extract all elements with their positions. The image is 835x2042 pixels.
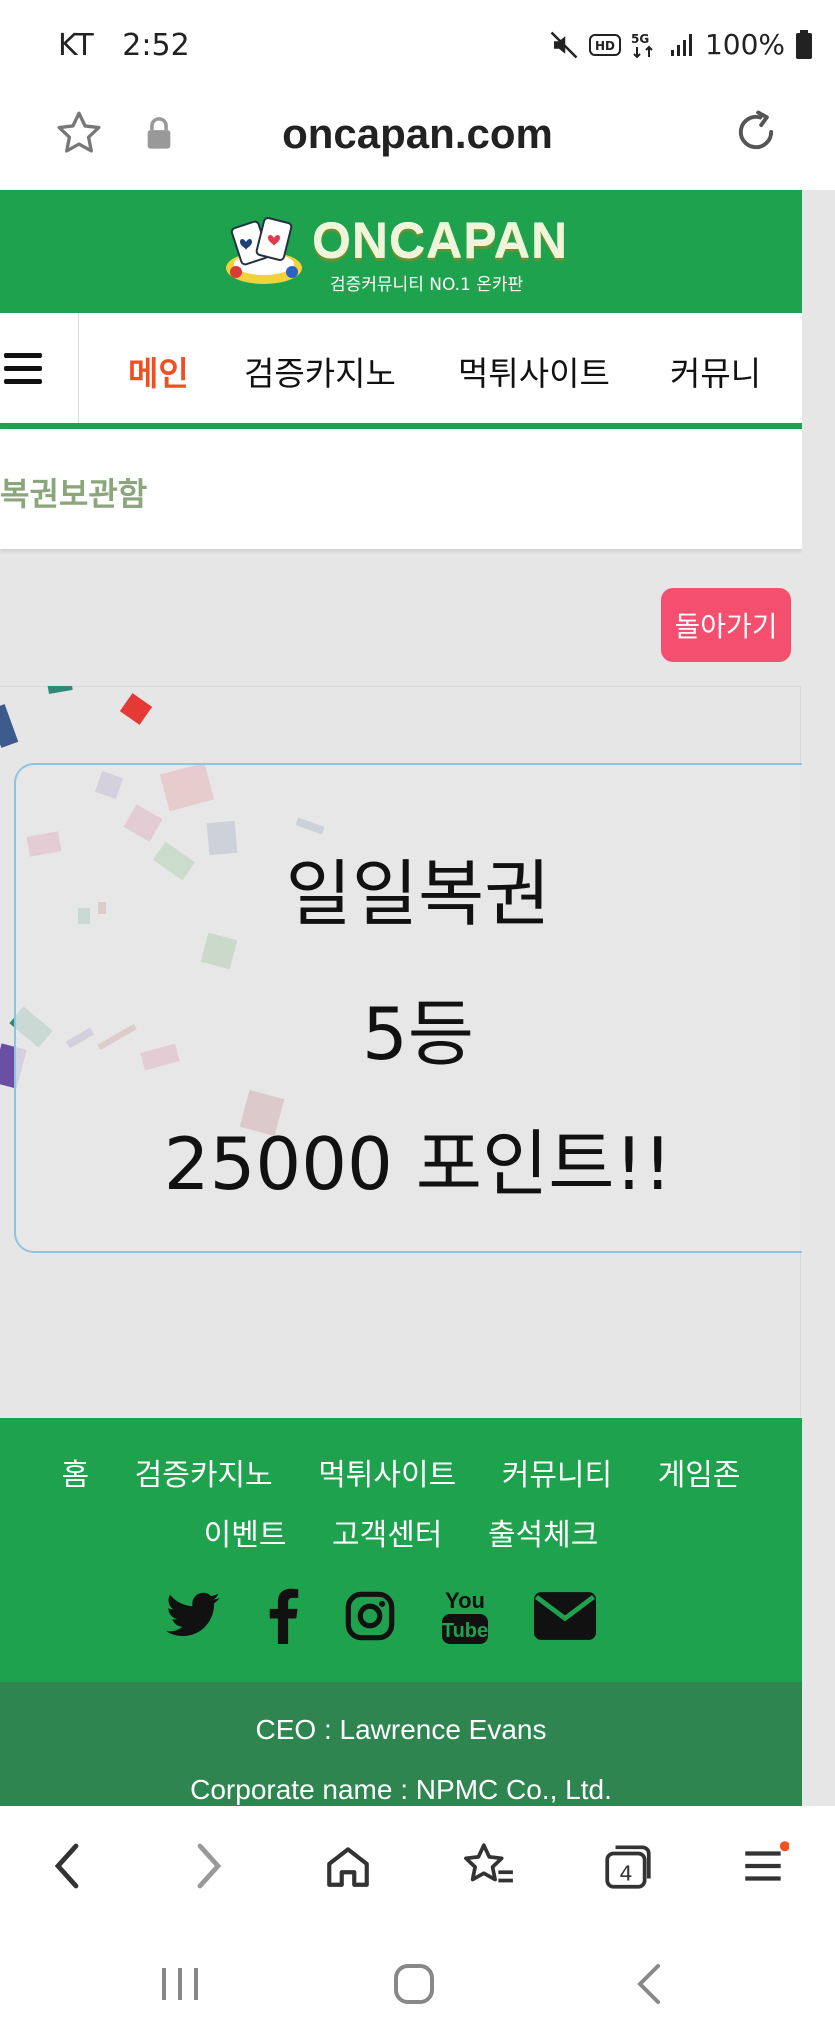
facebook-icon[interactable]: [266, 1588, 300, 1644]
bookmarks-star-icon: [464, 1843, 513, 1883]
mute-icon: [550, 31, 578, 58]
logo-cards-icon: [226, 217, 302, 284]
hamburger-icon-bar: [4, 379, 42, 384]
instagram-icon[interactable]: [344, 1590, 396, 1642]
status-bar: KT 2:52 HD 5G 100%: [0, 0, 835, 90]
page-subbar: 복권보관함: [0, 429, 802, 549]
footer-link-attendance[interactable]: 출석체크: [488, 1518, 598, 1553]
battery-percent: 100%: [704, 28, 785, 61]
company-ceo: CEO : Lawrence Evans: [255, 1714, 547, 1745]
tabs-icon: 4: [605, 1845, 651, 1889]
footer-link-community[interactable]: 커뮤니티: [502, 1458, 612, 1493]
bookmarks-button[interactable]: [456, 1834, 520, 1898]
prize-card: 일일복권 5등 25000 포인트!!: [14, 763, 822, 1253]
back-button[interactable]: 돌아가기: [661, 588, 791, 662]
svg-text:HD: HD: [595, 39, 615, 53]
5g-icon: 5G: [631, 32, 653, 58]
page-title: 복권보관함: [0, 475, 148, 513]
browser-address-bar: oncapan.com: [0, 90, 835, 191]
signal-icon: [670, 33, 692, 56]
site-footer: 홈 검증카지노 먹튀사이트 커뮤니티 게임존 이벤트 고객센터 출석체크 You…: [0, 1418, 802, 1682]
tabs-button[interactable]: 4: [596, 1834, 660, 1898]
battery-icon: [796, 29, 812, 59]
main-nav: 메인 검증카지노 먹튀사이트 커뮤니: [0, 313, 802, 429]
status-carrier-time: KT 2:52: [58, 28, 190, 63]
system-home-icon[interactable]: [392, 1962, 436, 2006]
site-logo[interactable]: ONCAPAN 검증커뮤니티 NO.1 온카판: [222, 210, 567, 295]
prize-type: 일일복권: [285, 852, 551, 936]
status-icons: HD 5G 100%: [549, 28, 813, 61]
email-icon[interactable]: [534, 1592, 596, 1640]
system-navigation-bar: [0, 1932, 835, 2042]
nav-item-verified-casino[interactable]: 검증카지노: [244, 347, 396, 395]
footer-link-customer-center[interactable]: 고객센터: [332, 1518, 442, 1553]
home-icon: [327, 1847, 369, 1887]
company-name: Corporate name : NPMC Co., Ltd.: [190, 1774, 612, 1805]
nav-item-main[interactable]: 메인: [128, 347, 189, 395]
svg-text:5G: 5G: [631, 32, 649, 46]
reload-icon[interactable]: [730, 106, 782, 158]
system-back-icon[interactable]: [630, 1962, 670, 2006]
site-header: ONCAPAN 검증커뮤니티 NO.1 온카판: [0, 190, 802, 313]
nav-item-scam-sites[interactable]: 먹튀사이트: [458, 347, 610, 395]
company-info: CEO : Lawrence Evans Corporate name : NP…: [0, 1682, 802, 1806]
menu-icon: [745, 1841, 789, 1881]
back-nav-button[interactable]: [36, 1834, 100, 1898]
url-text[interactable]: oncapan.com: [0, 110, 835, 158]
page-scrollbar-track: [802, 190, 835, 1806]
hamburger-menu-button[interactable]: [0, 313, 79, 423]
logo-tagline: 검증커뮤니티 NO.1 온카판: [330, 275, 524, 295]
footer-link-game-zone[interactable]: 게임존: [658, 1458, 741, 1493]
footer-links-row1: 홈 검증카지노 먹튀사이트 커뮤니티 게임존: [0, 1450, 802, 1494]
recent-apps-icon[interactable]: [158, 1964, 202, 2004]
browser-menu-button[interactable]: [732, 1834, 796, 1898]
hd-icon: HD: [588, 33, 621, 56]
prize-points: 25000 포인트!!: [163, 1122, 673, 1206]
confetti: [0, 704, 19, 748]
prize-rank: 5등: [361, 992, 475, 1076]
tab-count: 4: [619, 1862, 632, 1886]
confetti: [47, 686, 73, 695]
forward-nav-button[interactable]: [176, 1834, 240, 1898]
logo-wordmark: ONCAPAN: [312, 213, 569, 269]
clock: 2:52: [122, 28, 190, 63]
footer-link-scam-sites[interactable]: 먹튀사이트: [318, 1458, 456, 1493]
hamburger-icon: [4, 353, 42, 358]
home-button[interactable]: [316, 1834, 380, 1898]
footer-link-home[interactable]: 홈: [61, 1458, 89, 1493]
footer-link-verified-casino[interactable]: 검증카지노: [135, 1458, 273, 1493]
youtube-text-top: You: [445, 1588, 485, 1613]
nav-item-community[interactable]: 커뮤니: [670, 347, 761, 395]
footer-link-event[interactable]: 이벤트: [204, 1518, 287, 1553]
chevron-left-icon: [54, 1843, 79, 1889]
browser-toolbar: 4: [0, 1806, 835, 1932]
carrier-label: KT: [58, 28, 94, 63]
social-links: You Tube: [166, 1586, 596, 1646]
youtube-icon[interactable]: You Tube: [440, 1586, 490, 1646]
hamburger-icon-bar: [4, 366, 42, 371]
youtube-text-bottom: Tube: [442, 1620, 488, 1642]
footer-links-row2: 이벤트 고객센터 출석체크: [0, 1510, 802, 1554]
confetti: [119, 693, 153, 725]
chevron-right-icon: [197, 1843, 222, 1889]
twitter-icon[interactable]: [166, 1592, 222, 1640]
